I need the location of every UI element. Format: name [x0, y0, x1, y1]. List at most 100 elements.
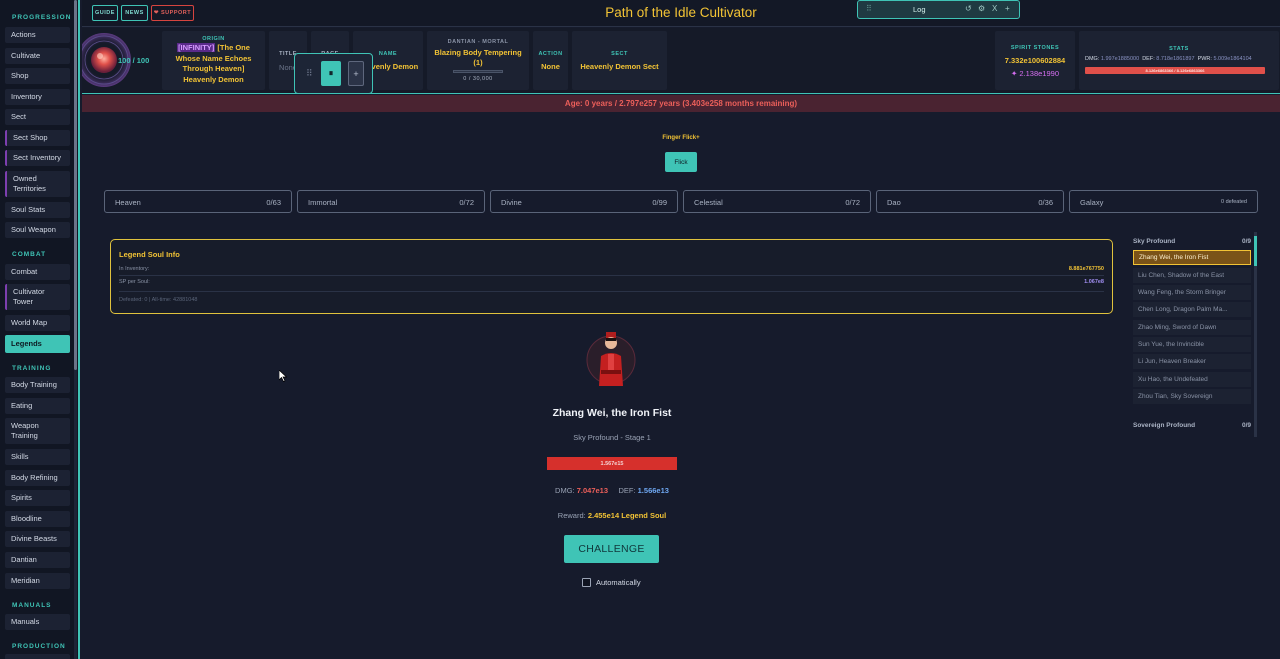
- sidebar-scrollbar-thumb[interactable]: [74, 0, 77, 370]
- sidebar-item-sect-shop[interactable]: Sect Shop: [5, 130, 70, 146]
- dmg-label: DMG:: [1085, 56, 1100, 62]
- weapon-training-line2: Training: [11, 431, 38, 440]
- news-button[interactable]: NEWS: [121, 5, 148, 21]
- realm-count: 0/72: [845, 198, 860, 207]
- sidebar-item-partial[interactable]: [5, 654, 70, 659]
- sidebar-item-cultivate[interactable]: Cultivate: [5, 48, 70, 64]
- sidebar-item-soul-weapon[interactable]: Soul Weapon: [5, 222, 70, 238]
- pause-icon: ⏸: [328, 68, 334, 78]
- auto-challenge-toggle[interactable]: Automatically: [582, 578, 641, 587]
- guide-button[interactable]: GUIDE: [92, 5, 118, 21]
- spirit-stones-value: 7.332e100602884: [1004, 56, 1066, 65]
- legend-item[interactable]: Liu Chen, Shadow of the East: [1133, 268, 1251, 283]
- legend-item[interactable]: Zhang Wei, the Iron Fist: [1133, 250, 1251, 265]
- spirit-stones-label: SPIRIT STONES: [1010, 45, 1060, 51]
- sidebar-item-sect[interactable]: Sect: [5, 109, 70, 125]
- pwr-value: 5.009e1864104: [1213, 56, 1252, 62]
- weapon-training-line1: Weapon: [11, 421, 39, 430]
- legend-item[interactable]: Wang Feng, the Storm Bringer: [1133, 285, 1251, 300]
- finger-flick-label: Finger Flick+: [662, 135, 700, 141]
- origin-line1: [The One: [217, 43, 250, 52]
- legend-list: Sky Profound 0/9 Zhang Wei, the Iron Fis…: [1133, 232, 1258, 437]
- combat-stats-values: DMG: 1.997e1885000 DEF: 8.718e1861897 PW…: [1085, 56, 1252, 62]
- sidebar-item-owned-territories[interactable]: Owned Territories: [5, 171, 70, 197]
- enemy-stage: Sky Profound - Stage 1: [573, 433, 651, 442]
- group-count: 0/9: [1241, 422, 1251, 429]
- dantian-value-1: Blazing Body Tempering: [434, 48, 522, 57]
- legend-item[interactable]: Zhou Tian, Sky Sovereign: [1133, 389, 1251, 404]
- sidebar-item-actions[interactable]: Actions: [5, 27, 70, 43]
- realm-count: 0 defeated: [1221, 199, 1247, 205]
- sect-value: Heavenly Demon Sect: [580, 62, 659, 71]
- sect-label: SECT: [611, 51, 628, 57]
- sidebar-item-soul-stats[interactable]: Soul Stats: [5, 202, 70, 218]
- sidebar-item-body-refining[interactable]: Body Refining: [5, 470, 70, 486]
- legend-list-scrollbar-thumb[interactable]: [1254, 236, 1257, 266]
- group-header-sky-profound[interactable]: Sky Profound 0/9: [1133, 238, 1251, 245]
- legend-item[interactable]: Sun Yue, the Invincible: [1133, 337, 1251, 352]
- cultivator-tower-line2: Tower: [13, 297, 34, 306]
- stats-row: 100 / 100 ORIGIN [INFINITY] [The One Who…: [77, 28, 1280, 94]
- defeated-text: Defeated: 0 | All-time: 42881048: [119, 297, 198, 303]
- legend-item[interactable]: Zhao Ming, Sword of Dawn: [1133, 320, 1251, 335]
- realm-tab-immortal[interactable]: Immortal 0/72: [297, 190, 485, 213]
- challenge-button[interactable]: CHALLENGE: [564, 535, 659, 563]
- pointer-icon: [278, 369, 288, 382]
- dantian-value-2: (1): [473, 58, 483, 67]
- drag-handle-icon[interactable]: ⠿: [306, 68, 313, 79]
- realm-tab-dao[interactable]: Dao 0/36: [876, 190, 1064, 213]
- sidebar-item-manuals[interactable]: Manuals: [5, 614, 70, 630]
- sidebar-item-dantian[interactable]: Dantian: [5, 552, 70, 568]
- sidebar-item-bloodline[interactable]: Bloodline: [5, 511, 70, 527]
- auto-checkbox[interactable]: [582, 578, 591, 587]
- legend-soul-info-panel: Legend Soul Info In Inventory: 8.881e767…: [110, 239, 1113, 314]
- auto-label: Automatically: [596, 578, 641, 587]
- log-close-icon[interactable]: X: [992, 4, 997, 13]
- dantian-progress-text: 0 / 30,000: [463, 76, 493, 82]
- sidebar-item-combat[interactable]: Combat: [5, 264, 70, 280]
- group-header-sovereign-profound[interactable]: Sovereign Profound 0/9: [1133, 422, 1251, 429]
- sidebar-item-world-map[interactable]: World Map: [5, 315, 70, 331]
- sidebar-item-skills[interactable]: Skills: [5, 449, 70, 465]
- pause-button[interactable]: ⏸: [321, 61, 341, 86]
- sp-per-soul-value: 1.067e8: [1084, 279, 1104, 285]
- realm-tab-divine[interactable]: Divine 0/99: [490, 190, 678, 213]
- speed-up-button[interactable]: +: [348, 61, 364, 86]
- flick-button[interactable]: Flick: [665, 152, 697, 172]
- legend-item[interactable]: Xu Hao, the Undefeated: [1133, 372, 1251, 387]
- legend-item[interactable]: Chen Long, Dragon Palm Ma...: [1133, 302, 1251, 317]
- cultivator-enemy-icon: [586, 332, 636, 386]
- enemy-reward: Reward: 2.455e14 Legend Soul: [512, 511, 712, 520]
- sidebar-item-spirits[interactable]: Spirits: [5, 490, 70, 506]
- sidebar-item-legends[interactable]: Legends: [5, 335, 70, 353]
- dmg-value: 1.997e1885000: [1100, 56, 1140, 62]
- sidebar-item-eating[interactable]: Eating: [5, 398, 70, 414]
- owned-territories-line1: Owned: [13, 174, 37, 183]
- legend-item[interactable]: Li Jun, Heaven Breaker: [1133, 354, 1251, 369]
- sidebar-item-cultivator-tower[interactable]: Cultivator Tower: [5, 284, 70, 310]
- sidebar-item-divine-beasts[interactable]: Divine Beasts: [5, 531, 70, 547]
- realm-tab-galaxy[interactable]: Galaxy 0 defeated: [1069, 190, 1258, 213]
- support-button[interactable]: ❤ SUPPORT: [151, 5, 194, 21]
- realm-count: 0/63: [266, 198, 281, 207]
- log-panel[interactable]: ⠿ Log ↺ ⚙ X +: [857, 0, 1020, 19]
- sidebar-item-body-training[interactable]: Body Training: [5, 377, 70, 393]
- sidebar-item-sect-inventory[interactable]: Sect Inventory: [5, 150, 70, 166]
- log-label: Log: [913, 5, 926, 14]
- log-drag-handle-icon[interactable]: ⠿: [866, 4, 872, 13]
- sidebar-item-inventory[interactable]: Inventory: [5, 89, 70, 105]
- game-speed-controls[interactable]: ⠿ ⏸ +: [294, 53, 373, 94]
- dantian-panel: DANTIAN - MORTAL Blazing Body Tempering …: [427, 31, 529, 90]
- log-settings-icon[interactable]: ⚙: [978, 4, 985, 13]
- def-label: DEF:: [1142, 56, 1155, 62]
- realm-count: 0/72: [459, 198, 474, 207]
- realm-tab-celestial[interactable]: Celestial 0/72: [683, 190, 871, 213]
- action-label: ACTION: [538, 51, 563, 57]
- sidebar-item-weapon-training[interactable]: Weapon Training: [5, 418, 70, 444]
- realm-tab-heaven[interactable]: Heaven 0/63: [104, 190, 292, 213]
- sidebar-item-shop[interactable]: Shop: [5, 68, 70, 84]
- sidebar-item-meridian[interactable]: Meridian: [5, 573, 70, 589]
- group-count: 0/9: [1241, 238, 1251, 245]
- log-refresh-icon[interactable]: ↺: [965, 4, 972, 13]
- log-expand-icon[interactable]: +: [1005, 4, 1010, 13]
